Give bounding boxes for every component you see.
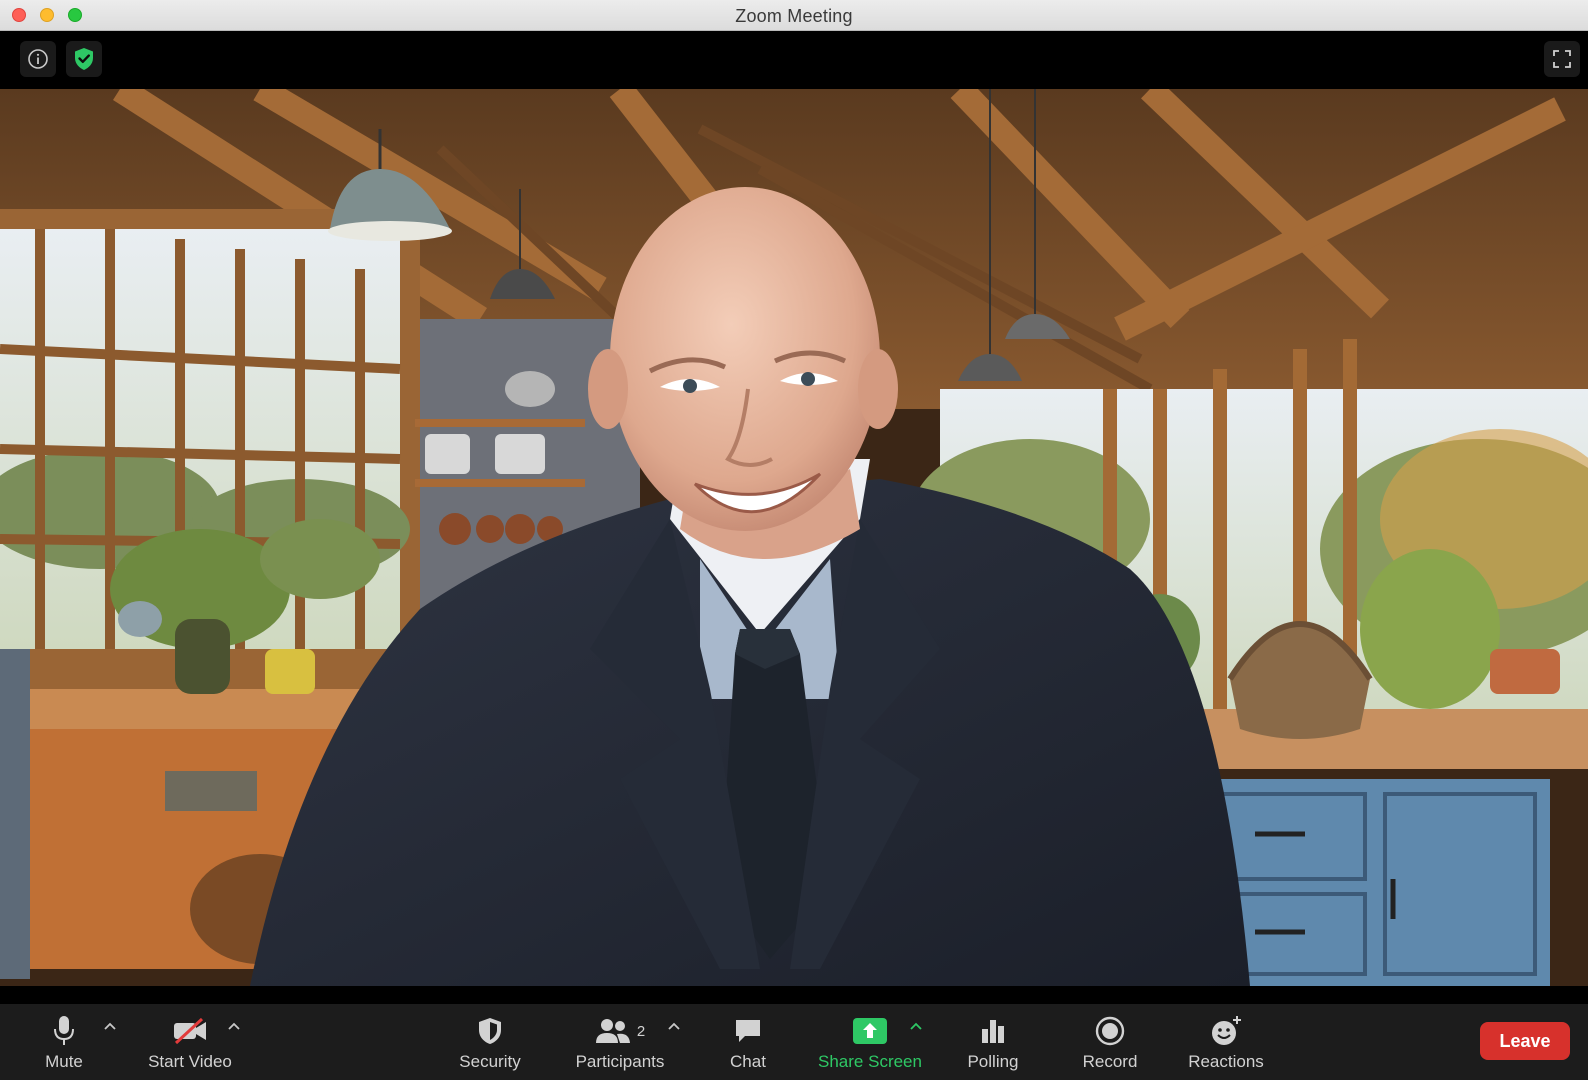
meeting-top-bar: [0, 31, 1588, 89]
record-label: Record: [1082, 1052, 1138, 1071]
record-icon: [1095, 1016, 1125, 1046]
chat-label: Chat: [730, 1052, 766, 1071]
fullscreen-button[interactable]: [1544, 41, 1580, 77]
meeting-controls-toolbar: Mute Start Video Security 2 Participants…: [0, 1004, 1588, 1080]
leave-meeting-button[interactable]: Leave: [1480, 1022, 1570, 1060]
chat-button[interactable]: Chat: [718, 1004, 778, 1080]
chat-bubble-icon: [736, 1020, 760, 1042]
fullscreen-icon: [1553, 50, 1571, 68]
chevron-up-icon: [228, 1022, 240, 1030]
audio-options-caret[interactable]: [102, 1018, 118, 1034]
participants-icon: [595, 1019, 630, 1043]
security-button[interactable]: Security: [450, 1004, 530, 1080]
emoji-add-icon: [1212, 1016, 1241, 1045]
share-screen-icon: [853, 1018, 887, 1044]
participant-video[interactable]: [0, 89, 1588, 986]
chevron-up-icon: [668, 1022, 680, 1030]
start-video-button[interactable]: Start Video: [140, 1004, 240, 1080]
bar-chart-icon: [982, 1020, 1004, 1043]
reactions-button[interactable]: Reactions: [1183, 1004, 1269, 1080]
meeting-info-button[interactable]: [20, 41, 56, 77]
participants-button[interactable]: 2 Participants: [570, 1004, 670, 1080]
record-button[interactable]: Record: [1075, 1004, 1145, 1080]
participants-options-caret[interactable]: [666, 1018, 682, 1034]
info-icon: [28, 49, 48, 69]
chevron-up-icon: [104, 1022, 116, 1030]
shield-check-icon: [75, 48, 93, 70]
video-off-icon: [174, 1017, 206, 1045]
share-screen-button[interactable]: Share Screen: [814, 1004, 926, 1080]
participants-label: Participants: [575, 1052, 665, 1071]
polling-label: Polling: [967, 1052, 1019, 1071]
window-titlebar: Zoom Meeting: [0, 0, 1588, 31]
mute-label: Mute: [45, 1052, 83, 1071]
encryption-status-button[interactable]: [66, 41, 102, 77]
video-options-caret[interactable]: [226, 1018, 242, 1034]
video-scene: [0, 89, 1588, 986]
share-screen-label: Share Screen: [818, 1052, 922, 1071]
reactions-label: Reactions: [1188, 1052, 1264, 1071]
window-title: Zoom Meeting: [735, 6, 853, 26]
participants-count: 2: [636, 1022, 646, 1040]
polling-button[interactable]: Polling: [958, 1004, 1028, 1080]
chevron-up-icon: [910, 1022, 922, 1030]
shield-icon: [479, 1018, 501, 1044]
share-options-caret[interactable]: [908, 1018, 924, 1034]
security-label: Security: [459, 1052, 521, 1071]
start-video-label: Start Video: [148, 1052, 232, 1071]
microphone-icon: [54, 1016, 74, 1045]
mute-button[interactable]: Mute: [34, 1004, 94, 1080]
